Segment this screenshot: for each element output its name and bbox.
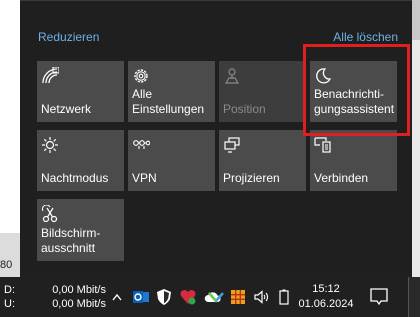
tile-screen-snip[interactable]: Bildschirm- ausschnitt <box>37 199 124 261</box>
gear-icon <box>134 69 148 83</box>
net-up-label: U: <box>4 298 15 310</box>
vpn-icon <box>133 140 150 149</box>
clock-date: 01.06.2024 <box>298 298 354 310</box>
tile-screen-snip-label: Bildschirm- ausschnitt <box>41 226 101 255</box>
tile-vpn-label: VPN <box>132 171 157 185</box>
tile-all-settings-label: Alle Einstellungen <box>132 87 205 116</box>
tile-all-settings[interactable]: Alle Einstellungen <box>128 61 215 122</box>
net-down-value: 0,00 Mbit/s <box>52 284 106 296</box>
outlook-icon[interactable] <box>132 288 150 306</box>
desktop-background-strip: 80 <box>0 0 20 277</box>
desktop-right-edge <box>412 0 420 277</box>
taskbar-clock[interactable]: 15:12 01.06.2024 <box>298 282 354 312</box>
net-up-value: 0,00 Mbit/s <box>52 298 106 310</box>
volume-icon[interactable] <box>253 288 271 306</box>
chevron-up-icon[interactable] <box>111 288 123 306</box>
location-icon <box>224 68 240 84</box>
tile-location[interactable]: Position <box>219 61 306 122</box>
tile-project-label: Projizieren <box>223 171 280 185</box>
show-desktop-button[interactable] <box>408 277 420 317</box>
net-speed-values[interactable]: 0,00 Mbit/s 0,00 Mbit/s <box>46 283 106 311</box>
tile-project[interactable]: Projizieren <box>219 130 306 191</box>
tile-connect[interactable]: Verbinden <box>310 130 397 191</box>
network-icon <box>42 67 59 84</box>
grid-app-icon[interactable] <box>230 288 246 306</box>
notification-icon[interactable] <box>368 286 390 308</box>
panel-top-divider <box>20 0 412 1</box>
desktop-window-fragment-text: 80 <box>0 259 13 271</box>
collapse-link[interactable]: Reduzieren <box>38 30 99 44</box>
clear-all-link[interactable]: Alle löschen <box>333 30 398 44</box>
tile-network[interactable]: Netzwerk <box>37 61 124 122</box>
tile-night-light[interactable]: Nachtmodus <box>37 130 124 191</box>
brightness-icon <box>42 137 58 153</box>
tile-focus-assist-label: Benachrichti- gungsassistent <box>314 87 395 116</box>
moon-icon <box>316 68 332 84</box>
connect-icon <box>314 137 331 153</box>
project-icon <box>224 137 240 153</box>
net-speed-labels: D: U: <box>4 283 15 311</box>
clock-time: 15:12 <box>312 283 340 295</box>
taskbar: D: U: 0,00 Mbit/s 0,00 Mbit/s 15:12 01.0… <box>0 277 420 317</box>
tile-night-light-label: Nachtmodus <box>41 171 109 185</box>
shield-icon[interactable] <box>156 288 172 306</box>
tile-connect-label: Verbinden <box>314 171 369 185</box>
snip-icon <box>42 205 58 223</box>
tile-location-label: Position <box>223 102 266 116</box>
tile-vpn[interactable]: VPN <box>128 130 215 191</box>
desktop-right-edge-inner <box>412 40 420 277</box>
vpn-heart-icon[interactable] <box>179 288 197 306</box>
battery-icon[interactable] <box>278 288 290 306</box>
net-down-label: D: <box>4 284 15 296</box>
tile-focus-assist[interactable]: Benachrichti- gungsassistent <box>310 61 397 122</box>
tile-network-label: Netzwerk <box>41 102 92 116</box>
wifi-extender-icon[interactable] <box>206 288 226 306</box>
